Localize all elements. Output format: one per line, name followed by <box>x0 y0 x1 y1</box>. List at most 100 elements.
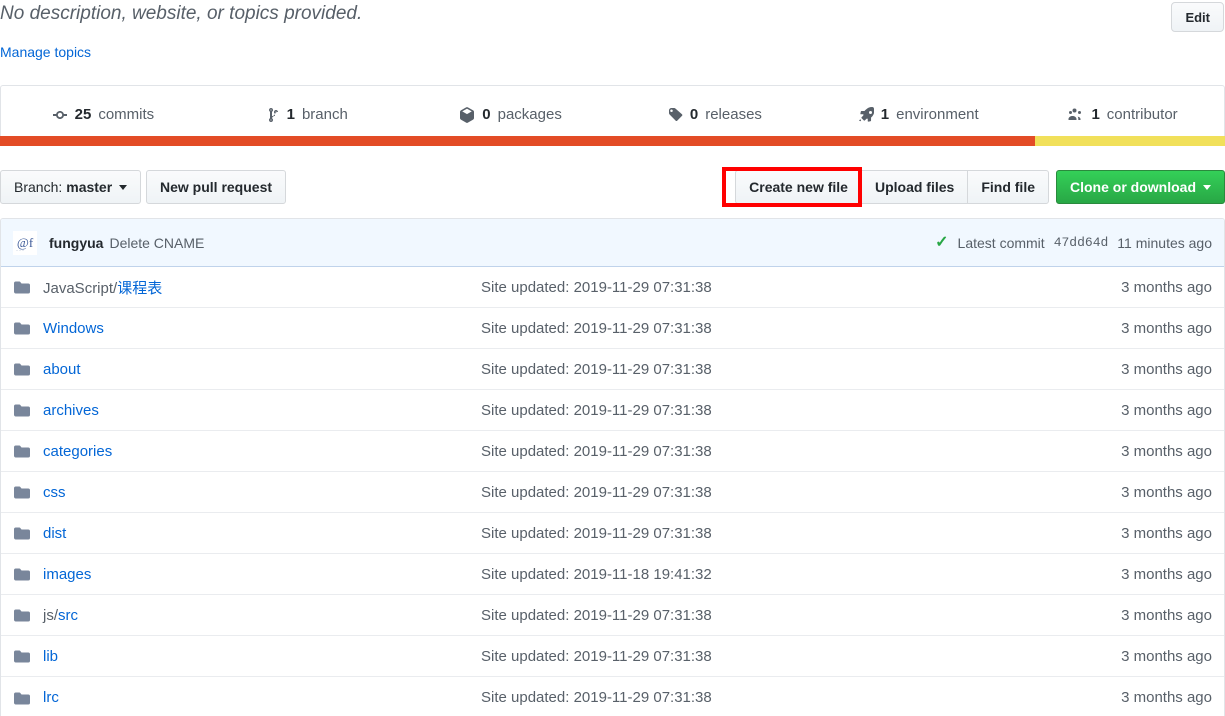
file-name-text: 课程表 <box>117 279 163 297</box>
file-actions-button-group: Create new file Upload files Find file <box>735 170 1049 204</box>
repository-page: No description, website, or topics provi… <box>0 0 1225 716</box>
stat-commits-count: 25 <box>74 106 92 123</box>
file-name-link[interactable]: css <box>43 484 66 501</box>
file-commit-age: 3 months ago <box>1121 442 1212 460</box>
file-commit-message[interactable]: Site updated: 2019-11-29 07:31:38 <box>481 361 1077 378</box>
repository-description: No description, website, or topics provi… <box>0 3 363 24</box>
file-commit-message[interactable]: Site updated: 2019-11-29 07:31:38 <box>481 320 1077 337</box>
file-commit-message[interactable]: Site updated: 2019-11-29 07:31:38 <box>481 525 1077 542</box>
check-icon: ✓ <box>935 233 949 251</box>
language-segment-css[interactable] <box>1035 136 1225 146</box>
repository-description-row: No description, website, or topics provi… <box>0 0 1225 78</box>
file-name-link[interactable]: about <box>43 361 81 378</box>
file-commit-message[interactable]: Site updated: 2019-11-29 07:31:38 <box>481 607 1077 624</box>
repository-stats-bar: 25 commits 1 branch 0 packages 0 release… <box>0 85 1225 143</box>
tag-icon <box>667 107 683 123</box>
file-name-link[interactable]: dist <box>43 525 66 542</box>
file-path-prefix: js/ <box>43 606 58 624</box>
avatar[interactable]: @f ··· <box>13 230 37 255</box>
stat-branches-label: branch <box>301 106 348 123</box>
folder-icon <box>13 361 31 377</box>
file-name-cell: dist <box>13 525 481 542</box>
language-segment-javascript[interactable] <box>0 136 1036 146</box>
find-file-button[interactable]: Find file <box>967 170 1049 204</box>
folder-icon <box>13 607 31 623</box>
file-commit-message[interactable]: Site updated: 2019-11-29 07:31:38 <box>481 648 1077 665</box>
table-row: JavaScript/课程表 Site updated: 2019-11-29 0… <box>1 267 1224 308</box>
file-commit-message[interactable]: Site updated: 2019-11-29 07:31:38 <box>481 484 1077 501</box>
file-name-link[interactable]: lrc <box>43 689 59 706</box>
file-name-text: categories <box>43 442 113 460</box>
table-row: dist Site updated: 2019-11-29 07:31:38 3 m… <box>1 513 1224 554</box>
file-commit-message[interactable]: Site updated: 2019-11-29 07:31:38 <box>481 443 1077 460</box>
commit-sha-link[interactable]: 47dd64d <box>1054 235 1109 250</box>
repository-toolbar: Branch: master New pull request Create n… <box>0 168 1225 206</box>
file-commit-age: 3 months ago <box>1121 689 1212 706</box>
package-icon <box>459 106 475 123</box>
file-rows-container: JavaScript/课程表 Site updated: 2019-11-29 0… <box>1 267 1224 716</box>
file-name-link[interactable]: lib <box>43 648 58 665</box>
people-icon <box>1066 107 1084 123</box>
file-commit-message[interactable]: Site updated: 2019-11-29 07:31:38 <box>481 402 1077 419</box>
file-name-text: css <box>43 483 66 501</box>
stat-releases[interactable]: 0 releases <box>612 106 816 123</box>
stat-branches-count: 1 <box>286 106 295 123</box>
file-commit-age: 3 months ago <box>1121 319 1212 337</box>
file-name-text: lib <box>43 647 59 665</box>
file-name-text: lrc <box>43 689 59 706</box>
file-name-text: Windows <box>43 319 104 337</box>
file-name-text: images <box>43 565 92 583</box>
stat-contributors-label: contributor <box>1106 106 1178 123</box>
file-name-cell: about <box>13 361 481 378</box>
new-pull-request-button[interactable]: New pull request <box>146 170 287 204</box>
folder-icon <box>13 525 31 541</box>
file-commit-message[interactable]: Site updated: 2019-11-29 07:31:38 <box>481 279 1077 296</box>
table-row: js/src Site updated: 2019-11-29 07:31:38 3… <box>1 595 1224 636</box>
file-name-cell: images <box>13 566 481 583</box>
branch-name-label: master <box>66 179 113 195</box>
stat-commits-label: commits <box>98 106 155 123</box>
commit-message-link[interactable]: Delete CNAME <box>109 235 204 251</box>
file-name-link[interactable]: JavaScript/课程表 <box>43 277 162 298</box>
file-commit-age: 3 months ago <box>1121 360 1212 378</box>
folder-icon <box>13 320 31 336</box>
latest-commit-label: Latest commit <box>957 234 1045 251</box>
stat-packages-count: 0 <box>482 106 491 123</box>
file-name-cell: js/src <box>13 607 481 624</box>
file-name-text: archives <box>43 401 99 419</box>
table-row: css Site updated: 2019-11-29 07:31:38 3 mo… <box>1 472 1224 513</box>
language-bar <box>0 136 1225 146</box>
file-commit-message[interactable]: Site updated: 2019-11-29 07:31:38 <box>481 689 1077 706</box>
manage-topics-link[interactable]: Manage topics <box>0 44 91 60</box>
branch-selector-button[interactable]: Branch: master <box>0 170 142 204</box>
rocket-icon <box>858 106 874 123</box>
stat-branches[interactable]: 1 branch <box>205 106 409 123</box>
folder-icon <box>13 484 31 500</box>
edit-button[interactable]: Edit <box>1171 2 1224 32</box>
file-name-link[interactable]: images <box>43 566 91 583</box>
chevron-down-icon <box>1203 184 1211 190</box>
stat-contributors-count: 1 <box>1091 106 1100 123</box>
create-new-file-button[interactable]: Create new file <box>735 170 861 204</box>
chevron-down-icon <box>119 184 128 190</box>
table-row: archives Site updated: 2019-11-29 07:31:3… <box>1 390 1224 431</box>
file-name-cell: lrc <box>13 689 481 706</box>
commit-author-link[interactable]: fungyua <box>49 235 103 251</box>
stat-packages[interactable]: 0 packages <box>409 106 613 123</box>
table-row: about Site updated: 2019-11-29 07:31:38 3 … <box>1 349 1224 390</box>
file-name-link[interactable]: Windows <box>43 320 104 337</box>
file-commit-age: 3 months ago <box>1121 483 1212 501</box>
file-name-link[interactable]: archives <box>43 402 99 419</box>
latest-commit-meta: ✓ Latest commit 47dd64d 11 minutes ago <box>935 233 1212 251</box>
file-name-link[interactable]: js/src <box>43 607 78 624</box>
stat-contributors[interactable]: 1 contributor <box>1020 106 1224 123</box>
upload-files-button[interactable]: Upload files <box>860 170 968 204</box>
file-commit-message[interactable]: Site updated: 2019-11-18 19:41:32 <box>481 566 1077 583</box>
stat-commits[interactable]: 25 commits <box>1 106 205 123</box>
folder-icon <box>13 648 31 664</box>
stat-environments[interactable]: 1 environment <box>816 106 1020 123</box>
clone-or-download-button[interactable]: Clone or download <box>1056 170 1225 204</box>
folder-icon <box>13 443 31 459</box>
file-name-link[interactable]: categories <box>43 443 112 460</box>
stat-environments-count: 1 <box>880 106 890 123</box>
